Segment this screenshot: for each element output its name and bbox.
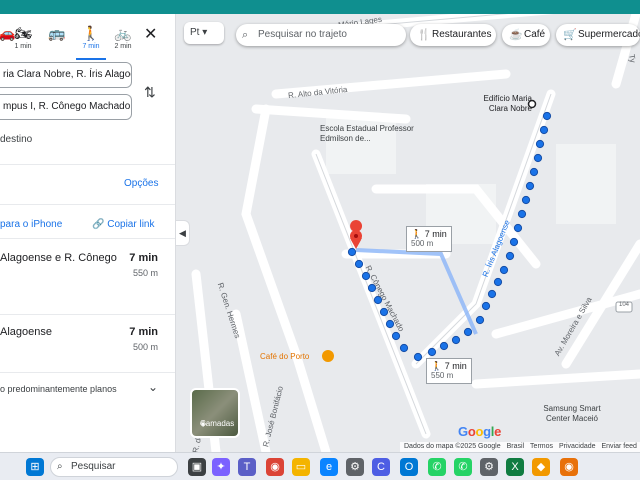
chevron-down-icon[interactable]: ⌄ — [148, 380, 158, 394]
search-along-route[interactable]: ⌕ Pesquisar no trajeto — [236, 24, 406, 46]
mode-bicycle[interactable]: 🚲 2 min — [108, 24, 138, 56]
country-label: Brasil — [506, 443, 525, 450]
settings-icon[interactable]: ⚙ — [346, 458, 364, 476]
school-poi[interactable]: Escola Estadual Professor Edmilson de... — [320, 124, 430, 144]
route-name: Alagoense — [0, 326, 52, 338]
whatsapp-icon[interactable]: ✆ — [428, 458, 446, 476]
chrome-icon[interactable]: ◉ — [266, 458, 284, 476]
walking-icon: 🚶 — [82, 25, 100, 41]
map-footer: Dados do mapa ©2025 Google Brasil Termos… — [400, 442, 640, 452]
edge-icon[interactable]: e — [320, 458, 338, 476]
whatsapp-icon[interactable]: ✆ — [454, 458, 472, 476]
active-mode-indicator — [76, 58, 106, 60]
mode-motorcycle[interactable]: 🏍 1 min — [8, 24, 38, 56]
divider — [0, 204, 175, 205]
add-destination[interactable]: destino — [0, 134, 32, 145]
bicycle-icon: 🚲 — [114, 25, 132, 41]
teams-icon[interactable]: T — [238, 458, 256, 476]
route-time: 7 min — [129, 252, 158, 264]
layers-button[interactable]: ◈ Camadas — [190, 388, 240, 438]
route-time: 7 min — [129, 326, 158, 338]
restaurant-icon: 🍴 — [417, 29, 431, 41]
divider — [0, 238, 175, 239]
divider — [0, 164, 175, 165]
route-callout[interactable]: 🚶 7 min 550 m — [426, 358, 472, 384]
language-chip[interactable]: Pt ▾ — [184, 22, 224, 44]
swap-icon[interactable]: ⇅ — [144, 84, 156, 101]
chip-restaurants[interactable]: 🍴 Restaurantes — [410, 24, 496, 46]
route-callout[interactable]: 🚶 7 min 500 m — [406, 226, 452, 252]
copy-link-button[interactable]: 🔗 Copiar link — [92, 219, 154, 230]
building-poi[interactable]: Edifício Maria Clara Nobre — [468, 94, 532, 114]
options-button[interactable]: Opções — [124, 178, 158, 189]
directions-panel: 🚗 🏍 1 min 🚌 🚶 7 min 🚲 2 min ✕ ria Clara … — [0, 14, 176, 452]
browser-top-strip — [0, 0, 640, 14]
transit-icon: 🚌 — [48, 25, 66, 41]
terrain-note: o predominantemente planos — [0, 384, 117, 394]
mode-transit[interactable]: 🚌 — [42, 24, 72, 56]
copilot-icon[interactable]: ✦ — [212, 458, 230, 476]
origin-field[interactable]: ria Clara Nobre, R. Íris Alagoense — [0, 62, 132, 88]
send-to-phone-link[interactable]: para o iPhone — [0, 219, 62, 230]
route-distance: 500 m — [132, 342, 158, 352]
privacy-link[interactable]: Privacidade — [559, 443, 596, 450]
collapse-panel-button[interactable]: ◀ — [176, 220, 190, 246]
street-label: Ty — [627, 53, 638, 64]
task-view-icon[interactable]: ▣ — [188, 458, 206, 476]
taskbar-search[interactable]: ⌕ Pesquisar — [50, 457, 178, 477]
destination-field[interactable]: mpus I, R. Cônego Machado, — [0, 94, 132, 120]
walking-icon: 🚶 — [411, 229, 425, 239]
taskbar: ⊞ ⌕ Pesquisar ▣ ✦ T ◉ ▭ e ⚙ C O ✆ ✆ ⚙ X … — [0, 452, 640, 480]
app-icon[interactable]: C — [372, 458, 390, 476]
route-badge: 104 — [619, 302, 630, 308]
app-icon[interactable]: ◆ — [532, 458, 550, 476]
map-data-attribution: Dados do mapa ©2025 Google — [404, 443, 501, 450]
cart-icon: 🛒 — [563, 29, 577, 41]
search-icon: ⌕ — [242, 29, 249, 41]
terms-link[interactable]: Termos — [530, 443, 553, 450]
motorcycle-icon: 🏍 — [14, 25, 32, 41]
chip-supermarket[interactable]: 🛒 Supermercado — [556, 24, 640, 46]
chrome-profile-icon[interactable]: ◉ — [560, 458, 578, 476]
mall-poi[interactable]: Samsung Smart Center Maceió — [532, 404, 612, 424]
outlook-icon[interactable]: O — [400, 458, 418, 476]
route-distance: 550 m — [132, 268, 158, 278]
excel-icon[interactable]: X — [506, 458, 524, 476]
google-logo: Google — [458, 424, 502, 439]
cafe-poi[interactable]: Café do Porto — [260, 352, 309, 361]
divider — [0, 314, 175, 315]
feedback-link[interactable]: Enviar feed — [601, 443, 636, 450]
mode-walking[interactable]: 🚶 7 min — [76, 24, 106, 56]
link-icon: 🔗 — [92, 219, 108, 230]
route-name: Alagoense e R. Cônego — [0, 252, 117, 264]
file-explorer-icon[interactable]: ▭ — [292, 458, 310, 476]
chip-cafe[interactable]: ☕ Café — [502, 24, 550, 46]
search-icon: ⌕ — [57, 461, 63, 472]
close-icon[interactable]: ✕ — [144, 24, 157, 44]
cafe-icon: ☕ — [509, 29, 523, 41]
settings-icon[interactable]: ⚙ — [480, 458, 498, 476]
divider — [0, 372, 175, 373]
windows-start-icon[interactable]: ⊞ — [26, 458, 44, 476]
walking-icon: 🚶 — [431, 361, 445, 371]
